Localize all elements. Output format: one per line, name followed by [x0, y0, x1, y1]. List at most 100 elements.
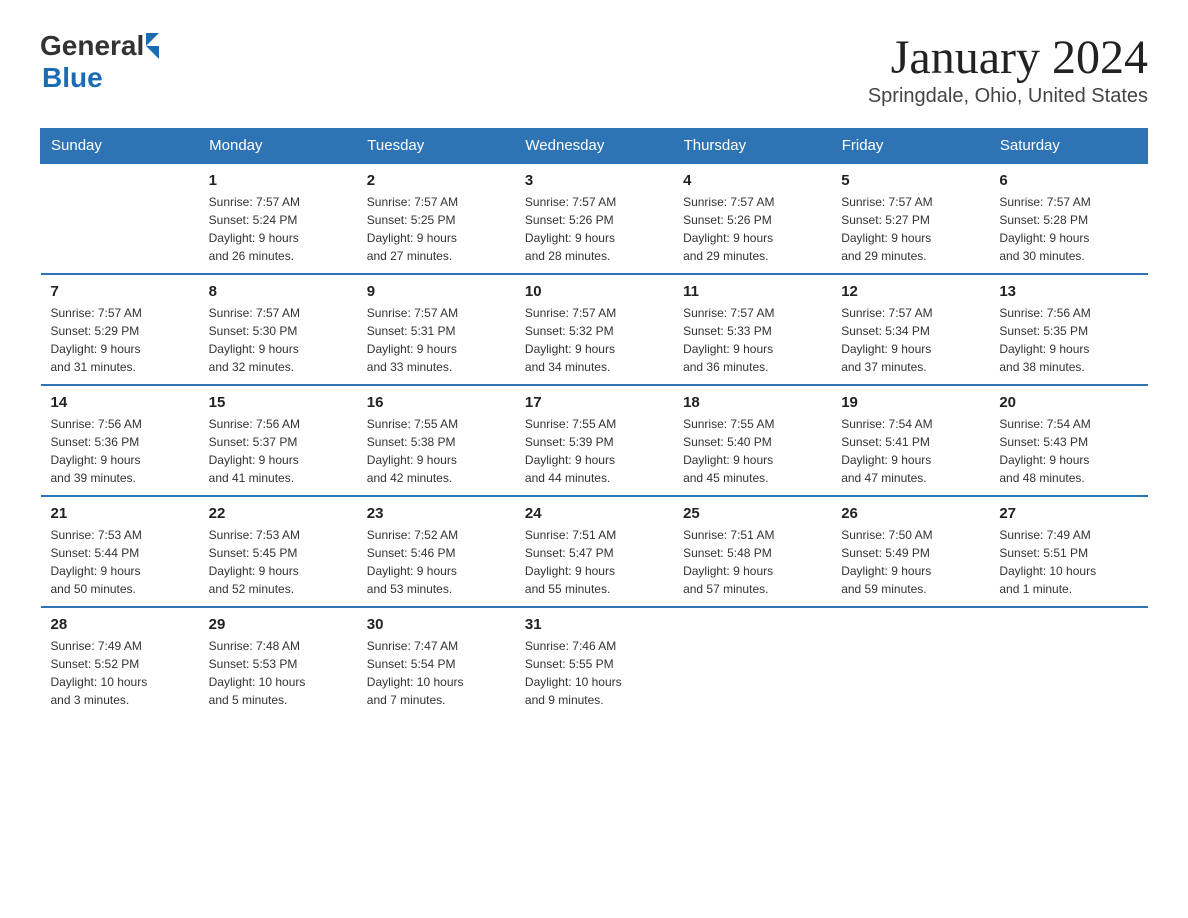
day-number: 15	[209, 394, 347, 411]
calendar-week-row: 21 Sunrise: 7:53 AMSunset: 5:44 PMDayligh…	[41, 496, 1148, 607]
day-info: Sunrise: 7:51 AMSunset: 5:47 PMDaylight:…	[525, 526, 663, 598]
calendar-cell: 30Sunrise: 7:47 AMSunset: 5:54 PMDayligh…	[357, 607, 515, 717]
day-number: 23	[367, 505, 505, 522]
calendar-cell: 6 Sunrise: 7:57 AMSunset: 5:28 PMDaylight…	[989, 163, 1147, 274]
day-number: 31	[525, 616, 663, 633]
day-info: Sunrise: 7:57 AMSunset: 5:26 PMDaylight:…	[683, 193, 821, 265]
day-info: Sunrise: 7:57 AMSunset: 5:32 PMDaylight:…	[525, 304, 663, 376]
day-info: Sunrise: 7:57 AMSunset: 5:24 PMDaylight:…	[209, 193, 347, 265]
day-number: 28	[51, 616, 189, 633]
day-info: Sunrise: 7:49 AMSunset: 5:52 PMDaylight:…	[51, 637, 189, 709]
calendar-table: SundayMondayTuesdayWednesdayThursdayFrid…	[40, 128, 1148, 717]
calendar-header-friday: Friday	[831, 129, 989, 164]
day-info: Sunrise: 7:55 AMSunset: 5:39 PMDaylight:…	[525, 415, 663, 487]
day-info: Sunrise: 7:53 AMSunset: 5:44 PMDaylight:…	[51, 526, 189, 598]
calendar-header-sunday: Sunday	[41, 129, 199, 164]
day-info: Sunrise: 7:55 AMSunset: 5:38 PMDaylight:…	[367, 415, 505, 487]
day-number: 13	[999, 283, 1137, 300]
calendar-header-tuesday: Tuesday	[357, 129, 515, 164]
calendar-cell: 10 Sunrise: 7:57 AMSunset: 5:32 PMDayligh…	[515, 274, 673, 385]
calendar-cell: 16 Sunrise: 7:55 AMSunset: 5:38 PMDayligh…	[357, 385, 515, 496]
location: Springdale, Ohio, United States	[868, 85, 1148, 108]
calendar-cell: 8Sunrise: 7:57 AMSunset: 5:30 PMDaylight…	[199, 274, 357, 385]
title-block: January 2024 Springdale, Ohio, United St…	[868, 30, 1148, 108]
calendar-cell: 2 Sunrise: 7:57 AMSunset: 5:25 PMDaylight…	[357, 163, 515, 274]
calendar-header-thursday: Thursday	[673, 129, 831, 164]
day-number: 17	[525, 394, 663, 411]
day-info: Sunrise: 7:56 AMSunset: 5:36 PMDaylight:…	[51, 415, 189, 487]
day-info: Sunrise: 7:57 AMSunset: 5:28 PMDaylight:…	[999, 193, 1137, 265]
day-number: 2	[367, 172, 505, 189]
calendar-cell: 29Sunrise: 7:48 AMSunset: 5:53 PMDayligh…	[199, 607, 357, 717]
day-number: 7	[51, 283, 189, 300]
calendar-cell: 28 Sunrise: 7:49 AMSunset: 5:52 PMDayligh…	[41, 607, 199, 717]
day-info: Sunrise: 7:57 AMSunset: 5:25 PMDaylight:…	[367, 193, 505, 265]
day-number: 24	[525, 505, 663, 522]
calendar-header-row: SundayMondayTuesdayWednesdayThursdayFrid…	[41, 129, 1148, 164]
day-info: Sunrise: 7:57 AMSunset: 5:30 PMDaylight:…	[209, 304, 347, 376]
day-number: 18	[683, 394, 821, 411]
day-number: 26	[841, 505, 979, 522]
calendar-cell: 15 Sunrise: 7:56 AMSunset: 5:37 PMDayligh…	[199, 385, 357, 496]
day-info: Sunrise: 7:57 AMSunset: 5:27 PMDaylight:…	[841, 193, 979, 265]
day-number: 12	[841, 283, 979, 300]
logo: General Blue	[40, 30, 159, 94]
day-info: Sunrise: 7:54 AMSunset: 5:41 PMDaylight:…	[841, 415, 979, 487]
calendar-cell: 12 Sunrise: 7:57 AMSunset: 5:34 PMDayligh…	[831, 274, 989, 385]
day-number: 30	[367, 616, 505, 633]
calendar-cell: 3Sunrise: 7:57 AMSunset: 5:26 PMDaylight…	[515, 163, 673, 274]
day-info: Sunrise: 7:49 AMSunset: 5:51 PMDaylight:…	[999, 526, 1137, 598]
calendar-header-monday: Monday	[199, 129, 357, 164]
calendar-cell: 9 Sunrise: 7:57 AMSunset: 5:31 PMDaylight…	[357, 274, 515, 385]
day-number: 25	[683, 505, 821, 522]
day-number: 21	[51, 505, 189, 522]
day-info: Sunrise: 7:55 AMSunset: 5:40 PMDaylight:…	[683, 415, 821, 487]
calendar-week-row: 14Sunrise: 7:56 AMSunset: 5:36 PMDayligh…	[41, 385, 1148, 496]
day-info: Sunrise: 7:57 AMSunset: 5:31 PMDaylight:…	[367, 304, 505, 376]
day-info: Sunrise: 7:57 AMSunset: 5:34 PMDaylight:…	[841, 304, 979, 376]
logo-general: General	[40, 30, 144, 62]
day-number: 1	[209, 172, 347, 189]
day-info: Sunrise: 7:57 AMSunset: 5:33 PMDaylight:…	[683, 304, 821, 376]
calendar-cell	[989, 607, 1147, 717]
calendar-header-saturday: Saturday	[989, 129, 1147, 164]
calendar-cell: 18 Sunrise: 7:55 AMSunset: 5:40 PMDayligh…	[673, 385, 831, 496]
day-info: Sunrise: 7:54 AMSunset: 5:43 PMDaylight:…	[999, 415, 1137, 487]
day-info: Sunrise: 7:57 AMSunset: 5:29 PMDaylight:…	[51, 304, 189, 376]
calendar-cell: 25 Sunrise: 7:51 AMSunset: 5:48 PMDayligh…	[673, 496, 831, 607]
day-number: 3	[525, 172, 663, 189]
day-info: Sunrise: 7:51 AMSunset: 5:48 PMDaylight:…	[683, 526, 821, 598]
page-header: General Blue January 2024 Springdale, Oh…	[40, 30, 1148, 108]
calendar-cell: 31 Sunrise: 7:46 AMSunset: 5:55 PMDayligh…	[515, 607, 673, 717]
day-number: 6	[999, 172, 1137, 189]
calendar-week-row: 7 Sunrise: 7:57 AMSunset: 5:29 PMDaylight…	[41, 274, 1148, 385]
calendar-cell: 1 Sunrise: 7:57 AMSunset: 5:24 PMDaylight…	[199, 163, 357, 274]
calendar-week-row: 1 Sunrise: 7:57 AMSunset: 5:24 PMDaylight…	[41, 163, 1148, 274]
day-number: 22	[209, 505, 347, 522]
calendar-cell: 27 Sunrise: 7:49 AMSunset: 5:51 PMDayligh…	[989, 496, 1147, 607]
day-number: 9	[367, 283, 505, 300]
day-info: Sunrise: 7:56 AMSunset: 5:35 PMDaylight:…	[999, 304, 1137, 376]
day-info: Sunrise: 7:48 AMSunset: 5:53 PMDaylight:…	[209, 637, 347, 709]
calendar-cell	[831, 607, 989, 717]
calendar-cell: 22 Sunrise: 7:53 AMSunset: 5:45 PMDayligh…	[199, 496, 357, 607]
day-number: 16	[367, 394, 505, 411]
calendar-cell: 7 Sunrise: 7:57 AMSunset: 5:29 PMDaylight…	[41, 274, 199, 385]
calendar-cell	[673, 607, 831, 717]
day-number: 5	[841, 172, 979, 189]
calendar-header-wednesday: Wednesday	[515, 129, 673, 164]
day-number: 11	[683, 283, 821, 300]
day-number: 27	[999, 505, 1137, 522]
calendar-cell: 11 Sunrise: 7:57 AMSunset: 5:33 PMDayligh…	[673, 274, 831, 385]
logo-blue: Blue	[42, 62, 103, 94]
day-number: 10	[525, 283, 663, 300]
calendar-cell: 17 Sunrise: 7:55 AMSunset: 5:39 PMDayligh…	[515, 385, 673, 496]
day-info: Sunrise: 7:56 AMSunset: 5:37 PMDaylight:…	[209, 415, 347, 487]
calendar-cell: 20Sunrise: 7:54 AMSunset: 5:43 PMDayligh…	[989, 385, 1147, 496]
calendar-week-row: 28 Sunrise: 7:49 AMSunset: 5:52 PMDayligh…	[41, 607, 1148, 717]
calendar-cell: 4Sunrise: 7:57 AMSunset: 5:26 PMDaylight…	[673, 163, 831, 274]
day-info: Sunrise: 7:53 AMSunset: 5:45 PMDaylight:…	[209, 526, 347, 598]
day-number: 19	[841, 394, 979, 411]
day-info: Sunrise: 7:46 AMSunset: 5:55 PMDaylight:…	[525, 637, 663, 709]
calendar-cell: 13 Sunrise: 7:56 AMSunset: 5:35 PMDayligh…	[989, 274, 1147, 385]
